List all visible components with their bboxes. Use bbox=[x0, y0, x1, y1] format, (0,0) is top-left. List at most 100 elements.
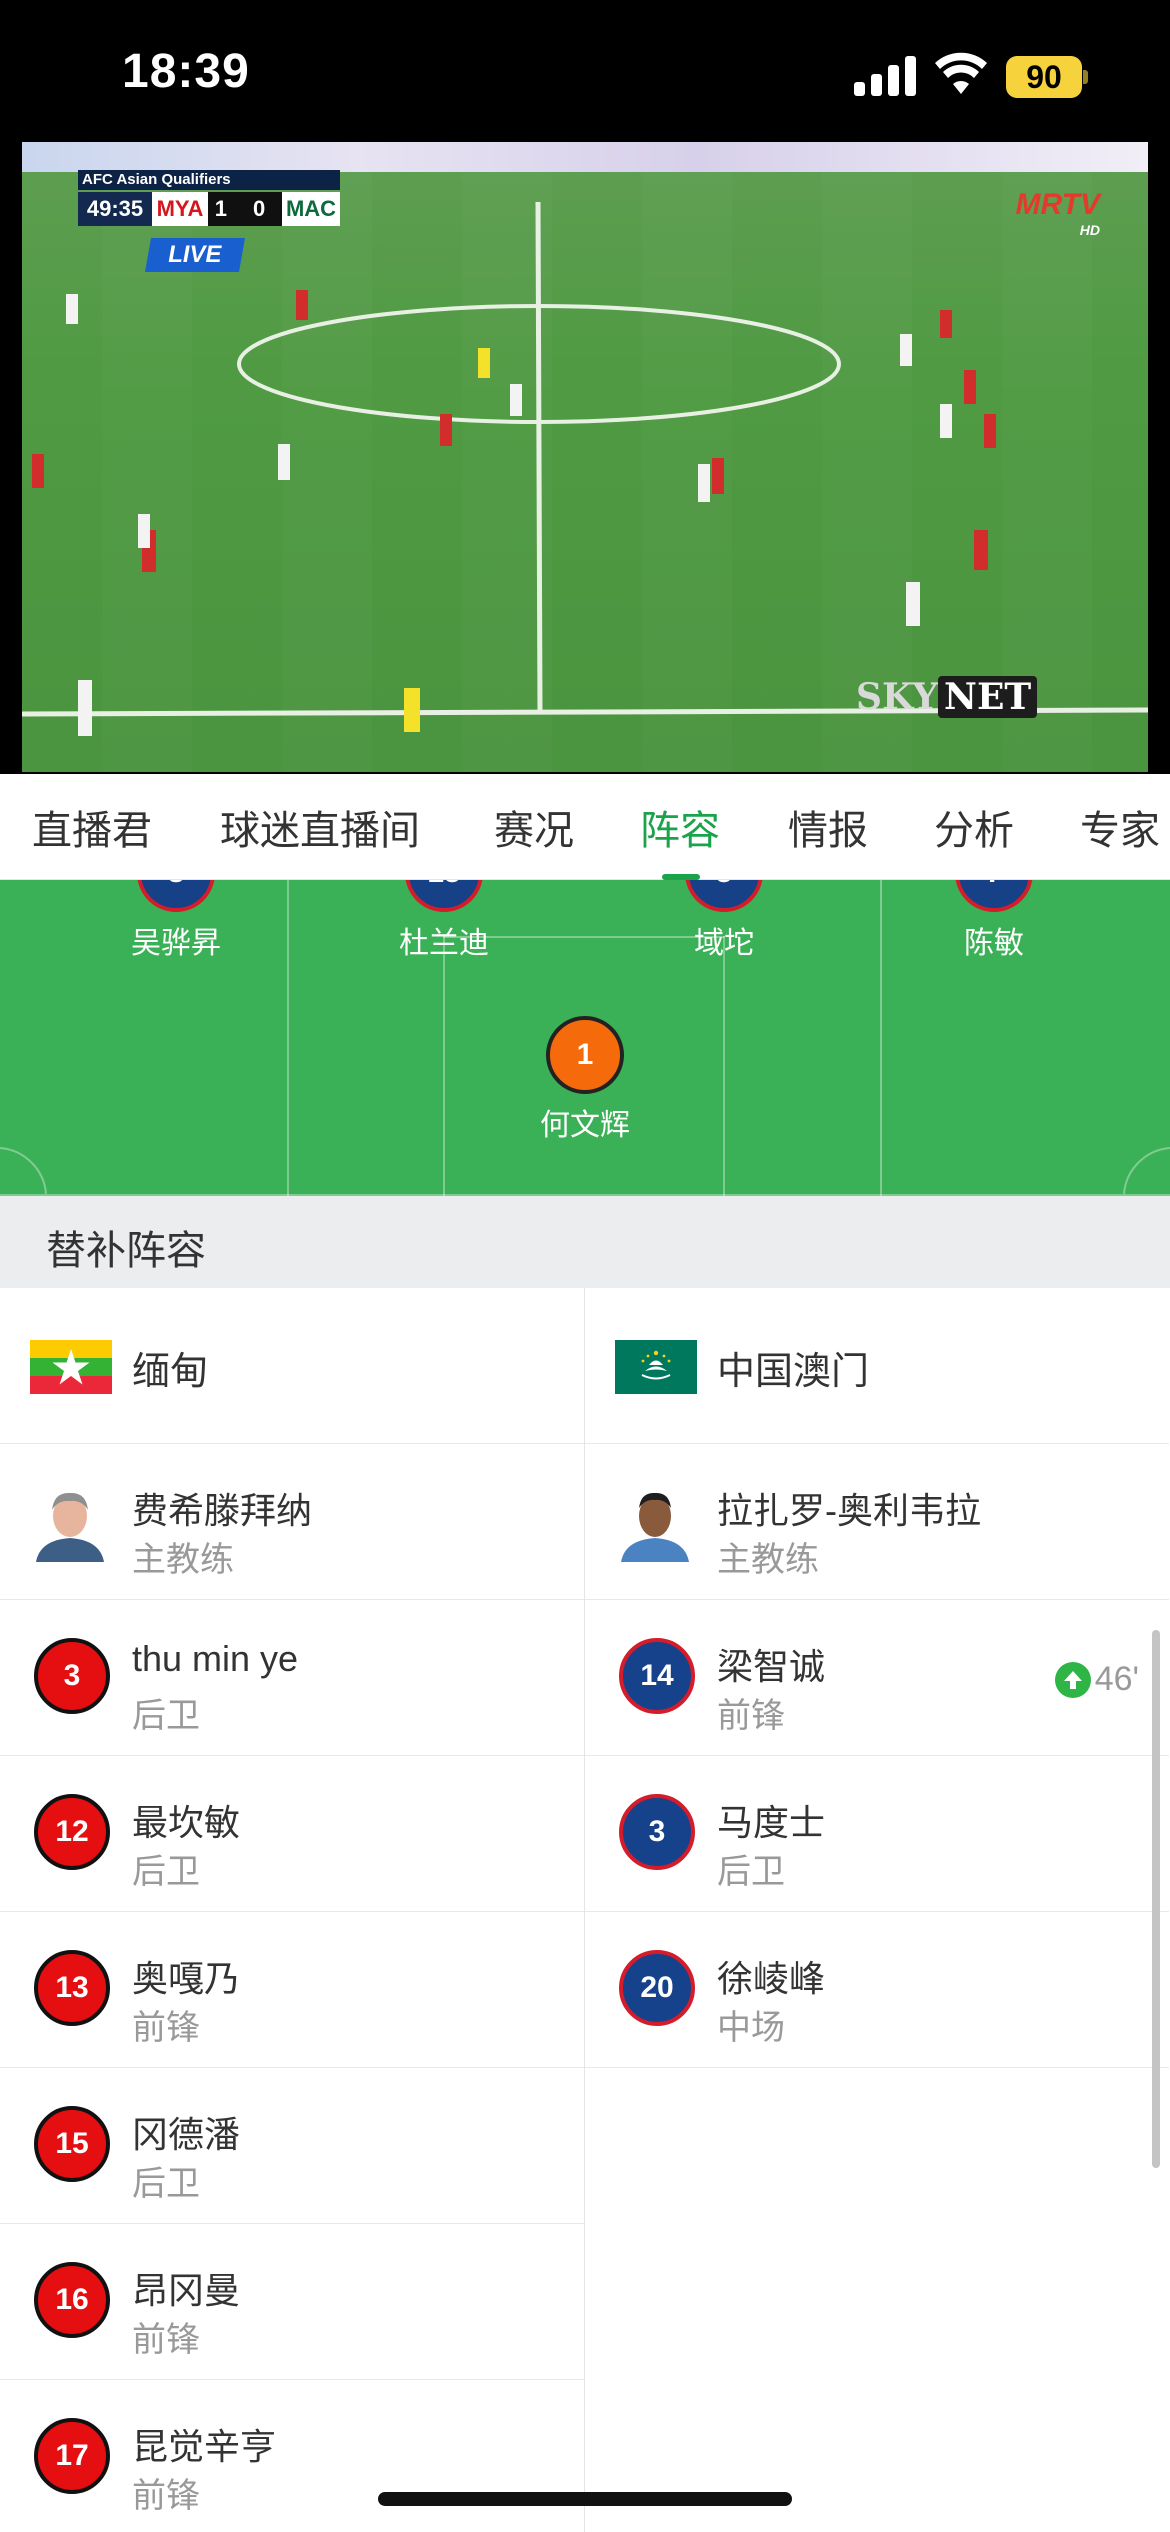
tab-experts[interactable]: 专家 bbox=[1080, 798, 1160, 856]
player-position: 后卫 bbox=[132, 1853, 200, 1891]
tab-lineup[interactable]: 阵容 bbox=[640, 798, 720, 856]
video-player[interactable]: AFC Asian Qualifiers 49:35 MYA 1 0 MAC L… bbox=[0, 140, 1170, 774]
battery-icon: 90 bbox=[1006, 56, 1088, 98]
player-position: 中场 bbox=[717, 2009, 785, 2047]
section-title: 替补阵容 bbox=[46, 1229, 206, 1273]
lineup-player[interactable]: 5 域坨 bbox=[624, 880, 824, 962]
away-code: MAC bbox=[282, 192, 340, 226]
tab-bar: 直播君 球迷直播间 赛况 阵容 情报 分析 专家 bbox=[0, 774, 1170, 880]
team-header: 缅甸 bbox=[0, 1288, 584, 1444]
player-position: 前锋 bbox=[717, 1697, 785, 1735]
video-frame: AFC Asian Qualifiers 49:35 MYA 1 0 MAC L… bbox=[22, 142, 1148, 772]
lineup-player[interactable]: 7 陈敏 bbox=[894, 880, 1094, 962]
sub-player-row[interactable]: 15 冈德潘 后卫 bbox=[0, 2068, 584, 2224]
player-number: 12 bbox=[34, 1794, 110, 1870]
player-number: 5 bbox=[685, 880, 763, 912]
competition-name: AFC Asian Qualifiers bbox=[78, 170, 340, 190]
player-number: 3 bbox=[619, 1794, 695, 1870]
broadcaster-name: MRTV bbox=[1015, 188, 1100, 221]
coach-avatar bbox=[615, 1482, 695, 1562]
home-code: MYA bbox=[152, 192, 208, 226]
player-number: 8 bbox=[137, 880, 215, 912]
tab-intel[interactable]: 情报 bbox=[788, 798, 868, 856]
coach-role: 主教练 bbox=[132, 1541, 234, 1579]
sub-player-row[interactable]: 3 thu min ye 后卫 bbox=[0, 1600, 584, 1756]
player-name: 域坨 bbox=[694, 927, 754, 960]
live-badge: LIVE bbox=[145, 238, 245, 272]
team-name: 中国澳门 bbox=[717, 1351, 870, 1393]
sub-player-row[interactable]: 17 昆觉辛亨 前锋 bbox=[0, 2380, 584, 2532]
watermark: SKY NET bbox=[856, 676, 1038, 718]
sub-player-row[interactable]: 14 梁智诚 前锋 46' bbox=[585, 1600, 1169, 1756]
tab-fan-room[interactable]: 球迷直播间 bbox=[220, 798, 420, 856]
player-name: 梁智诚 bbox=[717, 1646, 826, 1687]
player-position: 后卫 bbox=[717, 1853, 785, 1891]
team-name: 缅甸 bbox=[132, 1351, 209, 1393]
player-position: 前锋 bbox=[132, 2009, 200, 2047]
player-number: 1 bbox=[546, 1016, 624, 1094]
sub-player-row[interactable]: 3 马度士 后卫 bbox=[585, 1756, 1169, 1912]
tab-match-status[interactable]: 赛况 bbox=[494, 798, 574, 856]
player-name: 徐崚峰 bbox=[717, 1958, 826, 1999]
sub-in-minute: 46' bbox=[1094, 1660, 1139, 1698]
player-name: 马度士 bbox=[717, 1802, 826, 1843]
player-number: 15 bbox=[405, 880, 483, 912]
lineup-player[interactable]: 8 吴骅昇 bbox=[76, 880, 276, 962]
home-subs-column: 缅甸 费希滕拜纳 主教练 3 thu min ye 后卫 12 最坎敏 后卫 1… bbox=[0, 1288, 584, 2532]
coach-role: 主教练 bbox=[717, 1541, 819, 1579]
coach-avatar bbox=[30, 1482, 110, 1562]
macau-flag-icon bbox=[615, 1340, 697, 1394]
wifi-icon bbox=[935, 52, 987, 94]
coach-name: 拉扎罗-奥利韦拉 bbox=[717, 1490, 981, 1531]
player-name: 吴骅昇 bbox=[131, 927, 221, 960]
cellular-signal-icon bbox=[854, 56, 916, 96]
player-name: 最坎敏 bbox=[132, 1802, 241, 1843]
watermark-a: SKY bbox=[856, 676, 939, 718]
player-number: 20 bbox=[619, 1950, 695, 2026]
player-position: 后卫 bbox=[132, 1697, 200, 1735]
sub-player-row[interactable]: 12 最坎敏 后卫 bbox=[0, 1756, 584, 1912]
sub-player-row[interactable]: 13 奥嘎乃 前锋 bbox=[0, 1912, 584, 2068]
battery-level: 90 bbox=[1006, 56, 1082, 98]
match-score: 1 0 bbox=[208, 192, 282, 226]
broadcaster-logo: MRTV HD bbox=[1016, 188, 1100, 238]
watermark-b: NET bbox=[938, 676, 1038, 718]
lineup-goalkeeper[interactable]: 1 何文辉 bbox=[485, 1016, 685, 1144]
player-number: 3 bbox=[34, 1638, 110, 1714]
match-clock: 49:35 bbox=[78, 192, 152, 226]
home-indicator[interactable] bbox=[378, 2492, 792, 2506]
player-name: 奥嘎乃 bbox=[132, 1958, 241, 1999]
team-header: 中国澳门 bbox=[585, 1288, 1169, 1444]
coach-name: 费希滕拜纳 bbox=[132, 1490, 313, 1531]
status-time: 18:39 bbox=[122, 45, 250, 98]
player-name: 昂冈曼 bbox=[132, 2270, 241, 2311]
player-position: 前锋 bbox=[132, 2477, 200, 2515]
lineup-player[interactable]: 15 杜兰迪 bbox=[344, 880, 544, 962]
player-name: thu min ye bbox=[132, 1638, 299, 1679]
myanmar-flag-icon bbox=[30, 1340, 112, 1394]
player-position: 后卫 bbox=[132, 2165, 200, 2203]
scrollbar[interactable] bbox=[1152, 1630, 1160, 2168]
substitution-in: 46' bbox=[1054, 1660, 1139, 1699]
section-header: 替补阵容 bbox=[0, 1196, 1170, 1288]
sub-in-arrow-icon bbox=[1054, 1661, 1091, 1698]
lineup-pitch: 8 吴骅昇 15 杜兰迪 5 域坨 7 陈敏 1 何文辉 bbox=[0, 880, 1170, 1196]
sub-player-row[interactable]: 20 徐崚峰 中场 bbox=[585, 1912, 1169, 2068]
scoreboard: AFC Asian Qualifiers 49:35 MYA 1 0 MAC bbox=[78, 170, 340, 232]
player-number: 17 bbox=[34, 2418, 110, 2494]
player-number: 15 bbox=[34, 2106, 110, 2182]
coach-row[interactable]: 费希滕拜纳 主教练 bbox=[0, 1444, 584, 1600]
tab-live-host[interactable]: 直播君 bbox=[32, 798, 152, 856]
tab-analysis[interactable]: 分析 bbox=[934, 798, 1014, 856]
player-name: 冈德潘 bbox=[132, 2114, 241, 2155]
player-name: 昆觉辛亨 bbox=[132, 2426, 277, 2467]
player-number: 16 bbox=[34, 2262, 110, 2338]
player-name: 陈敏 bbox=[964, 927, 1024, 960]
sub-player-row[interactable]: 16 昂冈曼 前锋 bbox=[0, 2224, 584, 2380]
status-bar: 18:39 90 bbox=[0, 0, 1170, 140]
player-position: 前锋 bbox=[132, 2321, 200, 2359]
broadcaster-sub: HD bbox=[1079, 222, 1100, 238]
player-number: 14 bbox=[619, 1638, 695, 1714]
coach-row[interactable]: 拉扎罗-奥利韦拉 主教练 bbox=[585, 1444, 1169, 1600]
player-number: 13 bbox=[34, 1950, 110, 2026]
